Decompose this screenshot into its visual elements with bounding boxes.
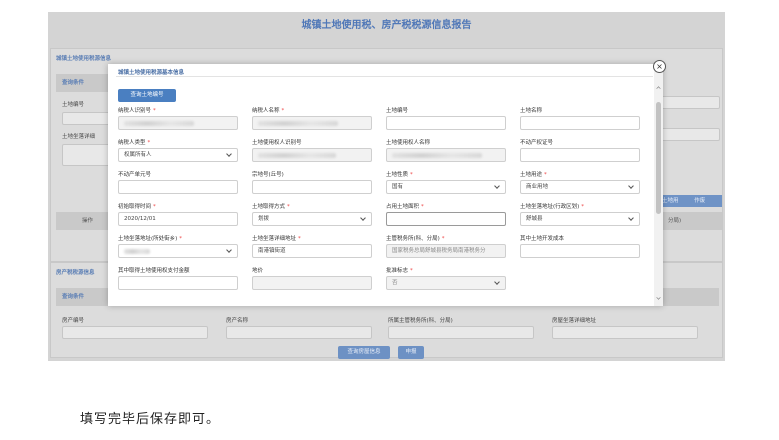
house-section-title: 房产税税源信息 — [56, 270, 95, 276]
tax-office-input[interactable]: 国家税务总局舒城县税务局南港税务分 — [386, 244, 506, 258]
land-query-head: 查询条件 — [62, 80, 85, 86]
acquire-method-select[interactable]: 划拨 — [252, 212, 372, 226]
house-no-label: 房产编号 — [62, 318, 85, 324]
query-house-button[interactable]: 查询房屋信息 — [338, 346, 390, 359]
street-select[interactable] — [118, 244, 238, 258]
dev-cost-input[interactable] — [520, 244, 640, 258]
taxpayer-name-label: 纳税人名称 * — [252, 108, 285, 114]
bg-right-strip-b: 作废 — [694, 198, 706, 204]
address-detail-input[interactable]: 南港镇街道 — [252, 244, 372, 258]
land-nature-label: 土地性质 * — [386, 172, 413, 178]
user-id-label: 土地使用权人识别号 — [252, 140, 302, 146]
bg-ops-label: 操作 — [82, 218, 94, 224]
land-price-label: 地价 — [252, 268, 264, 274]
approved-label: 批准标志 * — [386, 268, 413, 274]
caption-text: 填写完毕后保存即可。 — [80, 412, 221, 427]
taxpayer-type-label: 纳税人类型 * — [118, 140, 151, 146]
house-address-input[interactable] — [552, 326, 698, 339]
taxpayer-name-input[interactable] — [252, 116, 372, 130]
bg-right-input-1 — [660, 96, 720, 109]
bg-right-strip: 土地用 作废 — [658, 195, 722, 207]
land-name-label: 土地名称 — [520, 108, 543, 114]
house-no-input[interactable] — [62, 326, 208, 339]
bg-land-address-label: 土地坐落详细 — [62, 134, 96, 140]
user-name-label: 土地使用权人名称 — [386, 140, 431, 146]
modal-title-divider — [116, 76, 653, 77]
property-cert-input[interactable] — [520, 148, 640, 162]
land-price-input[interactable] — [252, 276, 372, 290]
address-detail-label: 土地坐落详细地址 * — [252, 236, 301, 242]
land-name-input[interactable] — [520, 116, 640, 130]
parcel-no-input[interactable] — [252, 180, 372, 194]
house-address-label: 房屋坐落详细地址 — [552, 318, 597, 324]
house-tax-office-label: 所属主管税务所(科、分局) — [388, 318, 453, 324]
land-area-input[interactable] — [386, 212, 506, 226]
property-unit-label: 不动产单元号 — [118, 172, 152, 178]
house-name-input[interactable] — [226, 326, 372, 339]
acquire-time-input[interactable]: 2020/12/01 — [118, 212, 238, 226]
land-location-select[interactable]: 舒城县 — [520, 212, 640, 226]
taxpayer-type-select[interactable]: 权属所有人 — [118, 148, 238, 162]
land-use-select[interactable]: 商业用地 — [520, 180, 640, 194]
bg-right-input-2 — [660, 128, 720, 141]
acquire-method-label: 土地取得方式 * — [252, 204, 290, 210]
acquire-time-label: 初始取得时间 * — [118, 204, 156, 210]
taxpayer-id-input[interactable] — [118, 116, 238, 130]
user-name-input[interactable] — [386, 148, 506, 162]
bg-right-cell-text: 分局) — [668, 218, 682, 224]
modal-scroll-thumb[interactable] — [656, 102, 661, 214]
land-area-label: 占用土地面积 * — [386, 204, 424, 210]
declare-button[interactable]: 申报 — [398, 346, 424, 359]
modal-title: 城镇土地使用税源基本信息 — [118, 70, 185, 76]
pay-amount-label: 其中取得土地使用权支付金额 — [118, 268, 190, 274]
parcel-no-label: 宗地号(丘号) — [252, 172, 284, 178]
bg-right-cell: 分局) — [658, 212, 722, 230]
land-info-modal: 城镇土地使用税源基本信息 查询土地编号 纳税人识别号 * 纳税人名称 * 土地编号 … — [108, 64, 663, 306]
query-land-no-button[interactable]: 查询土地编号 — [118, 89, 176, 102]
land-location-label: 土地坐落地址(行政区划) * — [520, 204, 585, 210]
bg-land-no-label: 土地编号 — [62, 102, 85, 108]
page-title: 城镇土地使用税、房产税税源信息报告 — [301, 20, 472, 31]
house-query-head: 查询条件 — [62, 294, 85, 300]
property-unit-input[interactable] — [118, 180, 238, 194]
land-section-title: 城镇土地使用税源信息 — [56, 56, 112, 62]
user-id-input[interactable] — [252, 148, 372, 162]
land-nature-select[interactable]: 国有 — [386, 180, 506, 194]
taxpayer-id-label: 纳税人识别号 * — [118, 108, 156, 114]
bg-right-strip-a: 土地用 — [662, 198, 679, 204]
close-icon[interactable]: × — [653, 60, 666, 73]
land-use-label: 土地用途 * — [520, 172, 547, 178]
property-cert-label: 不动产权证号 — [520, 140, 554, 146]
land-no-input[interactable] — [386, 116, 506, 130]
approved-select[interactable]: 否 — [386, 276, 506, 290]
street-label: 土地坐落地址(所处街乡) * — [118, 236, 183, 242]
pay-amount-input[interactable] — [118, 276, 238, 290]
tax-office-label: 主管税务所(科、分局) * — [386, 236, 445, 242]
house-tax-office-input[interactable] — [388, 326, 534, 339]
house-name-label: 房产名称 — [226, 318, 249, 324]
dev-cost-label: 其中土地开发成本 — [520, 236, 565, 242]
land-no-label: 土地编号 — [386, 108, 409, 114]
